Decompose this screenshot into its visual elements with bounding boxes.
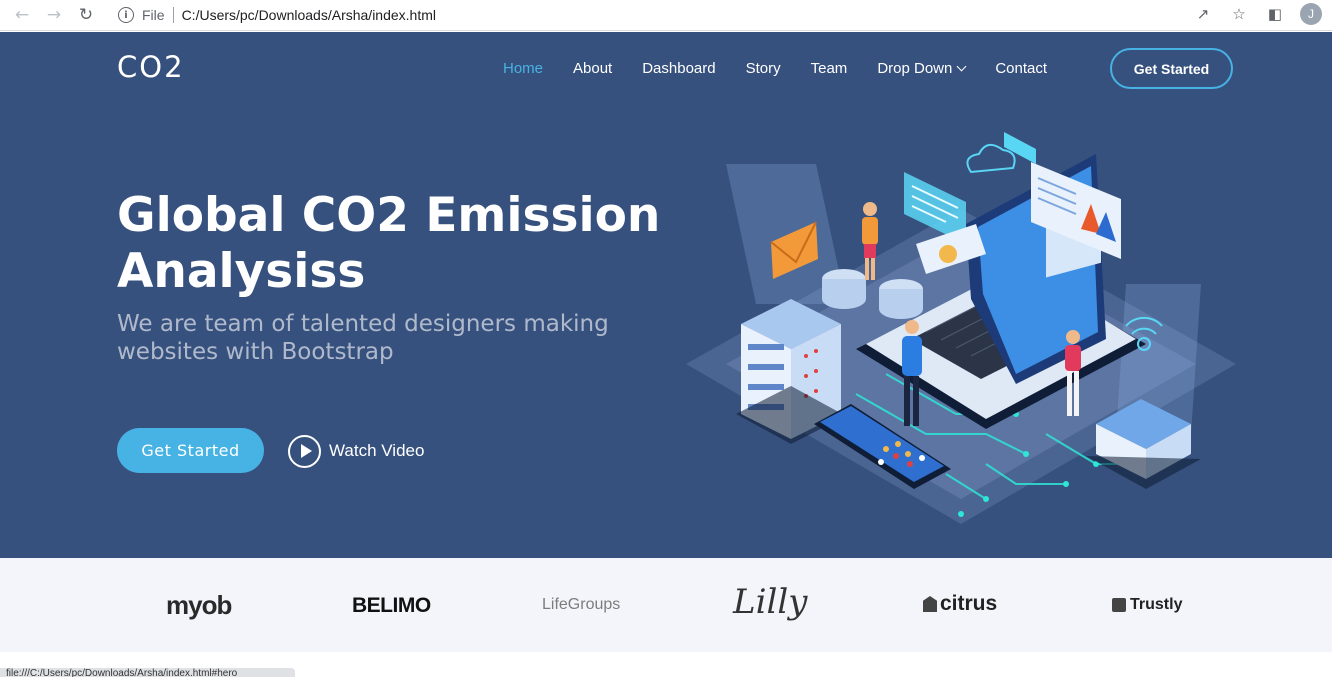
share-icon[interactable]: ↗ xyxy=(1192,3,1214,25)
star-icon[interactable]: ☆ xyxy=(1228,3,1250,25)
nav-dashboard[interactable]: Dashboard xyxy=(642,60,715,77)
back-arrow-icon[interactable]: ← xyxy=(6,2,38,28)
address-bar[interactable]: i File C:/Users/pc/Downloads/Arsha/index… xyxy=(108,3,1188,27)
nav-about[interactable]: About xyxy=(573,60,612,77)
status-bar-url: file:///C:/Users/pc/Downloads/Arsha/inde… xyxy=(0,668,295,677)
hero-subtitle: We are team of talented designers making… xyxy=(117,311,609,365)
browser-toolbar: ← → ↻ i File C:/Users/pc/Downloads/Arsha… xyxy=(0,0,1332,31)
header-get-started-button[interactable]: Get Started xyxy=(1110,48,1233,89)
nav-team[interactable]: Team xyxy=(811,60,848,77)
hero-title: Global CO2 Emission Analysiss xyxy=(117,188,661,299)
url-text[interactable]: C:/Users/pc/Downloads/Arsha/index.html xyxy=(182,7,436,23)
watch-video-button[interactable]: Watch Video xyxy=(288,434,424,468)
play-icon xyxy=(288,434,321,468)
nav-contact[interactable]: Contact xyxy=(995,60,1047,77)
client-logo-citrus: citrus xyxy=(923,592,997,616)
main-nav: Home About Dashboard Story Team Drop Dow… xyxy=(503,48,1077,88)
site-logo[interactable]: CO2 xyxy=(117,50,185,84)
info-icon[interactable]: i xyxy=(118,7,134,23)
client-logo-belimo: BELIMO xyxy=(352,594,431,617)
client-logo-lifegroups: LifeGroups xyxy=(542,596,621,613)
profile-avatar[interactable]: J xyxy=(1300,3,1322,25)
nav-story[interactable]: Story xyxy=(746,60,781,77)
hero-get-started-button[interactable]: Get Started xyxy=(117,428,264,473)
client-logo-trustly: Trustly xyxy=(1112,596,1182,614)
hero-section: CO2 Home About Dashboard Story Team Drop… xyxy=(0,32,1332,558)
isometric-tech-illustration xyxy=(686,132,1236,524)
watch-video-label: Watch Video xyxy=(329,441,425,460)
client-logo-trustly-text: Trustly xyxy=(1130,596,1183,613)
forward-arrow-icon[interactable]: → xyxy=(38,2,70,28)
chevron-down-icon xyxy=(956,61,967,71)
file-label: File xyxy=(142,7,165,23)
client-logo-lilly: Lilly xyxy=(733,582,808,622)
clients-section: myob BELIMO LifeGroups Lilly citrus Trus… xyxy=(0,558,1332,652)
reload-icon[interactable]: ↻ xyxy=(70,2,102,28)
omnibox-divider xyxy=(172,7,174,23)
client-logo-citrus-text: citrus xyxy=(940,592,998,615)
nav-home[interactable]: Home xyxy=(503,60,543,77)
nav-dropdown-label: Drop Down xyxy=(877,59,953,77)
client-logo-myob: myob xyxy=(166,590,232,620)
nav-dropdown[interactable]: Drop Down xyxy=(877,59,967,77)
lock-icon xyxy=(1112,598,1126,612)
sidebar-icon[interactable]: ◧ xyxy=(1264,3,1286,25)
citrus-leaf-icon xyxy=(923,596,937,612)
